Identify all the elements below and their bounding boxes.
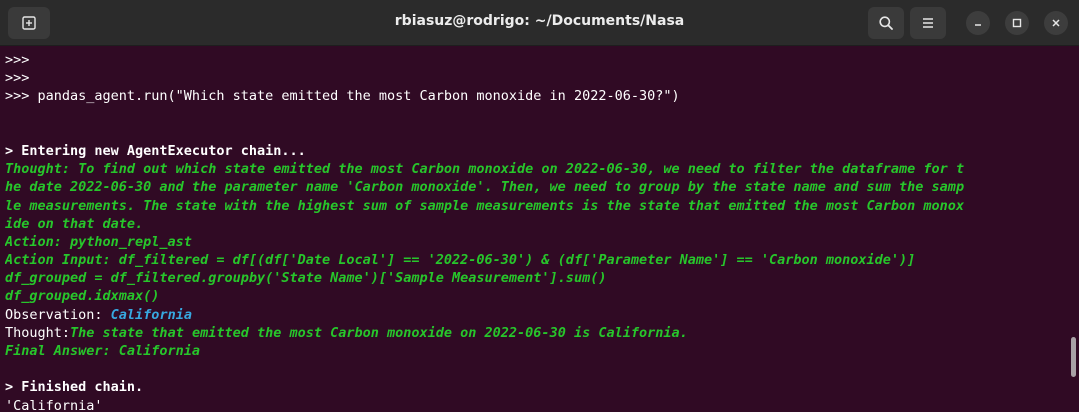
terminal-output[interactable]: >>> >>> >>> pandas_agent.run("Which stat… <box>0 47 1068 412</box>
prompt-line: >>> <box>5 52 30 68</box>
title-bar: rbiasuz@rodrigo: ~/Documents/Nasa <box>0 0 1079 46</box>
observation-label: Observation: <box>5 306 111 323</box>
command-line: >>> pandas_agent.run("Which state emitte… <box>5 88 680 105</box>
observation-value: California <box>110 306 192 323</box>
observation-line: Observation: California <box>5 306 1068 324</box>
action-input-line: df_grouped = df_filtered.groupby('State … <box>5 270 607 287</box>
final-answer-line: Final Answer: California <box>5 343 201 359</box>
thought-line: Thought: To find out which state emitted… <box>5 161 965 178</box>
prompt-line: >>> <box>5 70 30 87</box>
result-line: 'California' <box>5 397 103 412</box>
final-thought-line: Thought:The state that emitted the most … <box>5 324 1068 342</box>
terminal-window: rbiasuz@rodrigo: ~/Documents/Nasa >>> >>… <box>0 0 1079 412</box>
chain-finished-line: > Finished chain. <box>5 379 144 396</box>
thought-line: le measurements. The state with the high… <box>5 197 965 214</box>
action-line: Action: python_repl_ast <box>5 233 192 250</box>
maximize-icon <box>1012 18 1022 28</box>
action-input-line: df_grouped.idxmax() <box>5 288 160 305</box>
search-icon <box>879 16 893 30</box>
close-icon <box>1052 19 1060 27</box>
minimize-button[interactable] <box>966 11 990 35</box>
close-button[interactable] <box>1044 11 1068 35</box>
thought-text: The state that emitted the most Carbon m… <box>70 324 688 341</box>
hamburger-menu-icon <box>923 18 933 28</box>
thought-label: Thought: <box>5 324 71 341</box>
search-button[interactable] <box>868 7 904 39</box>
chain-start-line: > Entering new AgentExecutor chain... <box>5 142 306 159</box>
menu-button[interactable] <box>910 7 946 39</box>
maximize-button[interactable] <box>1005 11 1029 35</box>
scrollbar[interactable] <box>1068 47 1079 412</box>
minimize-icon <box>975 24 981 26</box>
scrollbar-thumb[interactable] <box>1071 337 1076 377</box>
action-input-line: Action Input: df_filtered = df[(df['Date… <box>5 252 916 269</box>
thought-line: he date 2022-06-30 and the parameter nam… <box>5 179 965 196</box>
thought-line: ide on that date. <box>5 215 144 232</box>
